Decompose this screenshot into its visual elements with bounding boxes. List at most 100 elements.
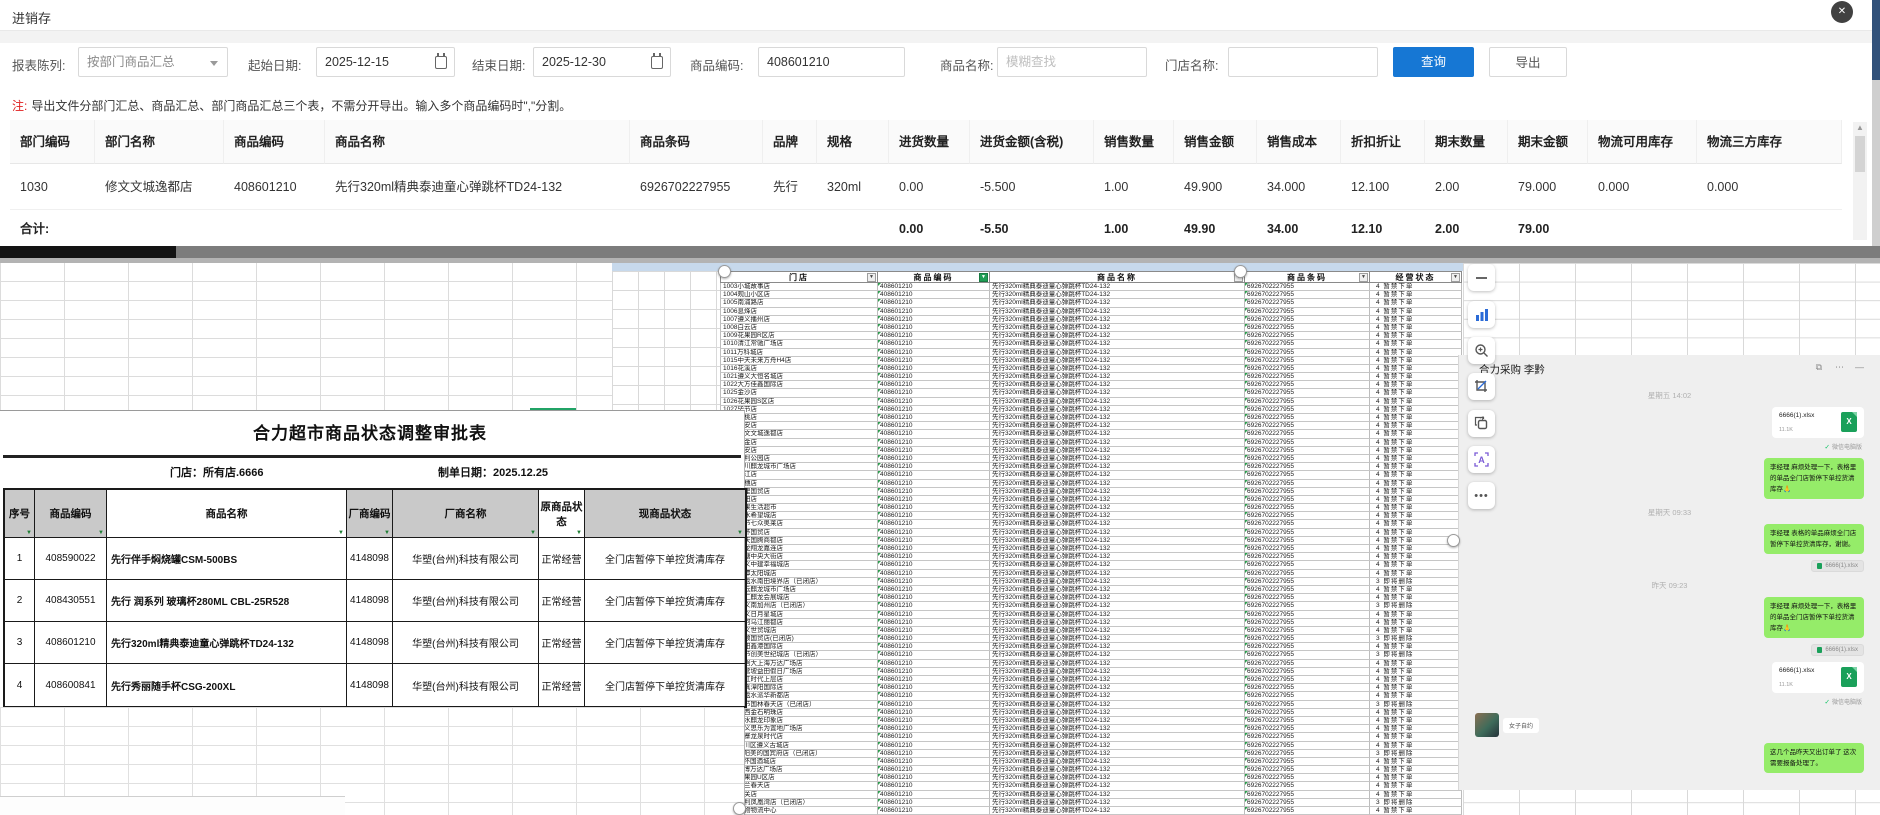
hscroll-thumb[interactable] [0, 246, 176, 258]
approval-header-cell[interactable]: 厂商名称▼ [393, 490, 539, 538]
store-row[interactable]: 1069安顺国贸店(已闭店)408601210先行320ml精典泰迪童心弹跳杯T… [720, 635, 1462, 643]
copy-icon[interactable] [1468, 410, 1495, 437]
more-icon[interactable]: ••• [1468, 482, 1495, 509]
store-name-input[interactable] [1228, 47, 1378, 77]
store-row[interactable]: 1105数博万达广场店408601210先行320ml精典泰迪童心弹跳杯TD24… [720, 766, 1462, 774]
store-row[interactable]: 2012保利凤凰湾店（已闭店）408601210先行320ml精典泰迪童心弹跳杯… [720, 799, 1462, 807]
store-row[interactable]: 1083六盘水派华新都店408601210先行320ml精典泰迪童心弹跳杯TD2… [720, 692, 1462, 700]
file-message-card[interactable]: 6666(1).xlsx11.1KX [1772, 407, 1864, 438]
store-row[interactable]: 2010阳关店408601210先行320ml精典泰迪童心弹跳杯TD24-132… [720, 791, 1462, 799]
more-icon[interactable]: ⋯ [1835, 362, 1844, 373]
store-row[interactable]: 1085毕节国林春天店（已闭店）408601210先行320ml精典泰迪童心弹跳… [720, 701, 1462, 709]
popout-icon[interactable]: ⧉ [1816, 362, 1822, 373]
store-row[interactable]: 1076绥阳鑫港国际店408601210先行320ml精典泰迪童心弹跳杯TD24… [720, 643, 1462, 651]
approval-header-cell[interactable]: 商品名称▼ [107, 490, 347, 538]
store-row[interactable]: 1022大方佳鑫国际店408601210先行320ml精典泰迪童心弹跳杯TD24… [720, 381, 1462, 389]
store-row[interactable]: 1026花果园S区店408601210先行320ml精典泰迪童心弹跳杯TD24-… [720, 398, 1462, 406]
filter-icon[interactable]: ▼ [867, 273, 876, 282]
store-row[interactable]: 1033正安店408601210先行320ml精典泰迪童心弹跳杯TD24-132… [720, 447, 1462, 455]
stores-header-cell[interactable]: 商品条码▼ [1245, 271, 1370, 283]
store-row[interactable]: 1095丹寨龙泉时代店408601210先行320ml精典泰迪童心弹跳杯TD24… [720, 733, 1462, 741]
store-row[interactable]: 1078云岩大上海万达广场店408601210先行320ml精典泰迪童心弹跳杯T… [720, 660, 1462, 668]
store-row[interactable]: 1006息烽店408601210先行320ml精典泰迪童心弹跳杯TD24-132… [720, 308, 1462, 316]
approval-header-cell[interactable]: 厂商编码▼ [347, 490, 393, 538]
filter-arrow-icon[interactable]: ▼ [384, 530, 390, 536]
selection-handle[interactable] [1447, 534, 1460, 547]
stores-header-cell[interactable]: 商品名称▼ [990, 271, 1245, 283]
store-row[interactable]: 1045毕节七众奥莱店408601210先行320ml精典泰迪童心弹跳杯TD24… [720, 520, 1462, 528]
text-ocr-icon[interactable]: A [1468, 446, 1495, 473]
filter-arrow-icon[interactable]: ▼ [26, 530, 32, 536]
file-reference-chip[interactable]: 6666(1).xlsx [1811, 644, 1864, 656]
filter-icon[interactable]: ▼ [1359, 273, 1368, 282]
page-vertical-scrollbar[interactable] [1872, 0, 1880, 246]
store-row[interactable]: 1042红果生活超市408601210先行320ml精典泰迪童心弹跳杯TD24-… [720, 504, 1462, 512]
scroll-up-arrow-icon[interactable]: ▲ [1853, 122, 1867, 134]
filter-icon[interactable]: ▼ [979, 273, 988, 282]
approval-header-cell[interactable]: 原商品状态▼ [539, 490, 585, 538]
store-row[interactable]: 1016花溪店408601210先行320ml精典泰迪童心弹跳杯TD24-132… [720, 365, 1462, 373]
zoom-in-icon[interactable] [1468, 337, 1495, 364]
selection-handle[interactable] [733, 802, 746, 815]
store-row[interactable]: 1066遵义世贸城店408601210先行320ml精典泰迪童心弹跳杯TD24-… [720, 627, 1462, 635]
store-row[interactable]: 1062遵义日月星城店408601210先行320ml精典泰迪童心弹跳杯TD24… [720, 611, 1462, 619]
query-button[interactable]: 查询 [1393, 47, 1474, 77]
end-date-input[interactable]: 2025-12-30 [533, 47, 671, 77]
stores-header-cell[interactable]: 门店▼ [720, 271, 878, 283]
export-button[interactable]: 导出 [1489, 47, 1567, 77]
store-row[interactable]: 1050安龙翔龙嘉连店408601210先行320ml精典泰迪童心弹跳杯TD24… [720, 545, 1462, 553]
approval-header-cell[interactable]: 序号▼ [5, 490, 35, 538]
crop-icon[interactable] [1468, 373, 1495, 400]
store-row[interactable]: 1028松桃店408601210先行320ml精典泰迪童心弹跳杯TD24-132… [720, 414, 1462, 422]
store-row[interactable]: 1101汇川区遵义古城店408601210先行320ml精典泰迪童心弹跳杯TD2… [720, 742, 1462, 750]
store-row[interactable]: 1039三穗店408601210先行320ml精典泰迪童心弹跳杯TD24-132… [720, 480, 1462, 488]
minimize-icon[interactable]: — [1855, 362, 1864, 372]
store-row[interactable]: 2004米兰春天店408601210先行320ml精典泰迪童心弹跳杯TD24-1… [720, 782, 1462, 790]
chart-icon[interactable] [1468, 301, 1495, 328]
store-row[interactable]: 6666购物物流中心408601210先行320ml精典泰迪童心弹跳杯TD24-… [720, 807, 1462, 815]
approval-header-cell[interactable]: 商品编码▼ [35, 490, 107, 538]
vscroll-thumb[interactable] [1872, 0, 1880, 80]
store-row[interactable]: 1015中天未来方舟H4店408601210先行320ml精典泰迪童心弹跳杯TD… [720, 357, 1462, 365]
store-row[interactable]: 1031织金店408601210先行320ml精典泰迪童心弹跳杯TD24-132… [720, 439, 1462, 447]
store-row[interactable]: 1060铜仁麒龙会展城店408601210先行320ml精典泰迪童心弹跳杯TD2… [720, 594, 1462, 602]
stores-header-cell[interactable]: 经营状态▼ [1370, 271, 1462, 283]
store-row[interactable]: 1061遵义南加州店（已闭店）408601210先行320ml精典泰迪童心弹跳杯… [720, 602, 1462, 610]
store-row[interactable]: 1040凯里国贸店408601210先行320ml精典泰迪童心弹跳杯TD24-1… [720, 488, 1462, 496]
store-row[interactable]: 1036务川麒龙城市广场店408601210先行320ml精典泰迪童心弹跳杯TD… [720, 463, 1462, 471]
stores-header-cell[interactable]: 商品编码▼ [878, 271, 990, 283]
store-row[interactable]: 1102贵阳美的国宾府店（已闭店）408601210先行320ml精典泰迪童心弹… [720, 750, 1462, 758]
store-row[interactable]: 1009花果园R区店408601210先行320ml精典泰迪童心弹跳杯TD24-… [720, 332, 1462, 340]
file-reference-chip[interactable]: 6666(1).xlsx [1811, 560, 1864, 572]
store-row[interactable]: 1043习水希望城店408601210先行320ml精典泰迪童心弹跳杯TD24-… [720, 512, 1462, 520]
store-row[interactable]: 1011万科城店408601210先行320ml精典泰迪童心弹跳杯TD24-13… [720, 349, 1462, 357]
store-row[interactable]: 1079大营坡益田假日广场店408601210先行320ml精典泰迪童心弹跳杯T… [720, 668, 1462, 676]
sticker-image[interactable] [1475, 713, 1499, 737]
selection-handle[interactable] [718, 265, 731, 278]
store-row[interactable]: 1034保利公园店408601210先行320ml精典泰迪童心弹跳杯TD24-1… [720, 455, 1462, 463]
store-row[interactable]: 1077毕节创美世纪城店（已闭店）408601210先行320ml精典泰迪童心弹… [720, 651, 1462, 659]
report-type-select[interactable]: 按部门商品汇总 [78, 47, 228, 77]
table-vertical-scrollbar[interactable]: ▲ [1853, 122, 1867, 240]
filter-arrow-icon[interactable]: ▼ [576, 530, 582, 536]
horizontal-scrollbar[interactable] [0, 246, 1880, 258]
store-row[interactable]: 1059紫云麒龙城市广场店408601210先行320ml精典泰迪童心弹跳杯TD… [720, 586, 1462, 594]
filter-icon[interactable]: ▼ [1451, 273, 1460, 282]
store-row[interactable]: 1041绥阳店408601210先行320ml精典泰迪童心弹跳杯TD24-132… [720, 496, 1462, 504]
store-row[interactable]: 1004观山小区店408601210先行320ml精典泰迪童心弹跳杯TD24-1… [720, 291, 1462, 299]
store-row[interactable]: 2002花果园U区店408601210先行320ml精典泰迪童心弹跳杯TD24-… [720, 774, 1462, 782]
store-row[interactable]: 1086黔西金石明珠店408601210先行320ml精典泰迪童心弹跳杯TD24… [720, 709, 1462, 717]
start-date-input[interactable]: 2025-12-15 [316, 47, 455, 77]
product-name-input[interactable]: 模糊查找 [997, 47, 1147, 77]
filter-arrow-icon[interactable]: ▼ [338, 530, 344, 536]
store-row[interactable]: 1090习水麒龙印象店408601210先行320ml精典泰迪童心弹跳杯TD24… [720, 717, 1462, 725]
store-row[interactable]: 1065沿河乌江丽都店408601210先行320ml精典泰迪童心弹跳杯TD24… [720, 619, 1462, 627]
store-row[interactable]: 1052遵义中建幸福城店408601210先行320ml精典泰迪童心弹跳杯TD2… [720, 561, 1462, 569]
store-row[interactable]: 1029瓮安店408601210先行320ml精典泰迪童心弹跳杯TD24-132… [720, 422, 1462, 430]
store-row[interactable]: 1103仁怀国酒城店408601210先行320ml精典泰迪童心弹跳杯TD24-… [720, 758, 1462, 766]
store-row[interactable]: 1030修文文城逸都店408601210先行320ml精典泰迪童心弹跳杯TD24… [720, 430, 1462, 438]
store-row[interactable]: 1053湄潭太阳城店408601210先行320ml精典泰迪童心弹跳杯TD24-… [720, 570, 1462, 578]
store-row[interactable]: 1007遵义播州店408601210先行320ml精典泰迪童心弹跳杯TD24-1… [720, 316, 1462, 324]
store-row[interactable]: 1080德江时代上层店408601210先行320ml精典泰迪童心弹跳杯TD24… [720, 676, 1462, 684]
selection-handle[interactable] [1234, 265, 1247, 278]
